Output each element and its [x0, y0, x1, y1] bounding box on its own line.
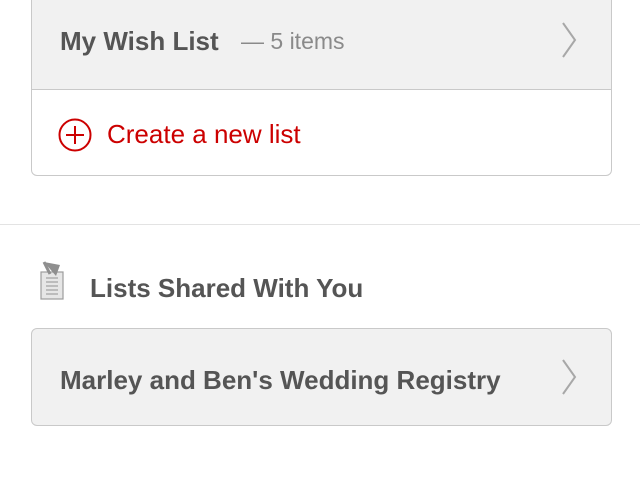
plus-circle-icon	[58, 118, 92, 152]
my-lists-card: My Wish List — 5 items Create a new list	[31, 0, 612, 176]
wish-list-item-count: — 5 items	[241, 28, 345, 54]
wish-list-row[interactable]: My Wish List — 5 items	[32, 0, 611, 90]
shared-list-row[interactable]: Marley and Ben's Wedding Registry	[31, 328, 612, 426]
create-new-list-label: Create a new list	[107, 119, 301, 149]
chevron-right-icon	[562, 359, 577, 395]
chevron-right-icon	[562, 22, 577, 58]
shared-lists-heading: Lists Shared With You	[90, 273, 364, 303]
wish-list-title: My Wish List	[60, 26, 219, 56]
shared-list-name: Marley and Ben's Wedding Registry	[60, 365, 501, 395]
section-divider	[0, 224, 640, 225]
lists-screen: My Wish List — 5 items Create a new list…	[0, 0, 640, 478]
shared-document-icon	[40, 261, 64, 300]
create-new-list-button[interactable]: Create a new list	[32, 90, 611, 175]
